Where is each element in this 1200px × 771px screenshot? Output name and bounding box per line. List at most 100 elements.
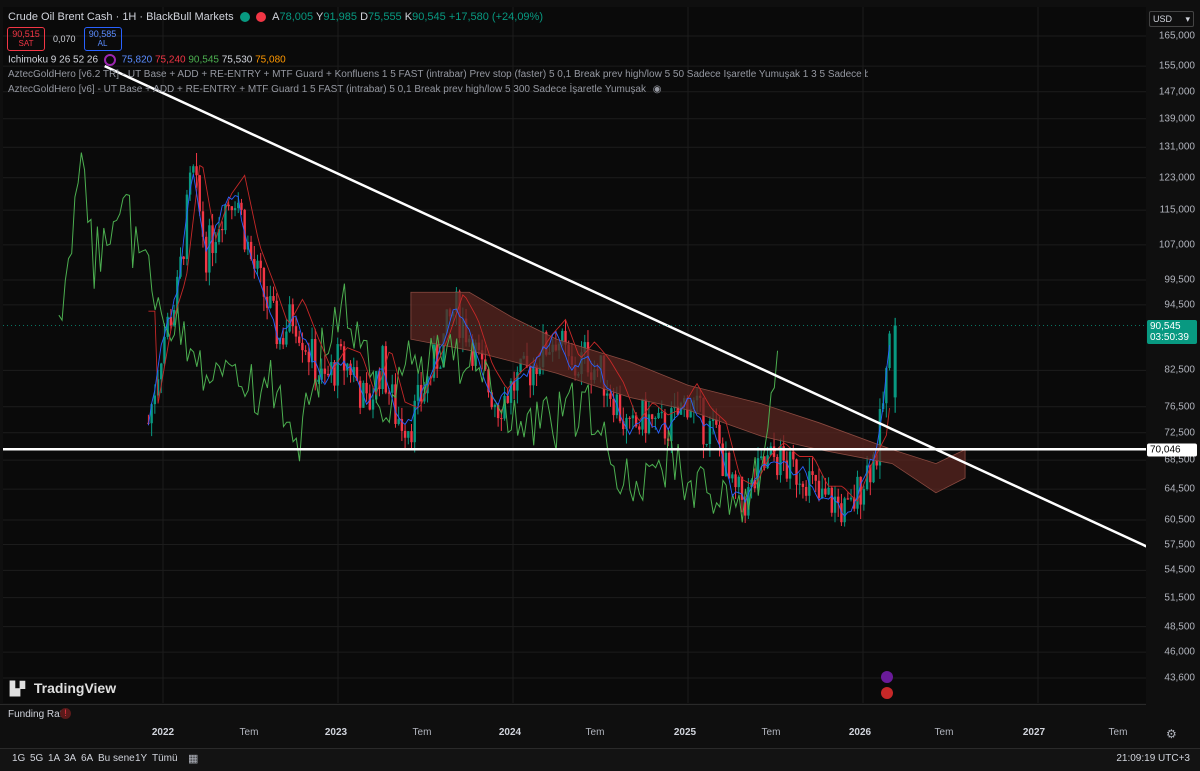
- range-button-tümü[interactable]: Tümü: [152, 753, 178, 764]
- range-button-bu-sene[interactable]: Bu sene: [98, 753, 135, 764]
- eye-icon[interactable]: ◉: [653, 84, 662, 95]
- aztec-legend-1-text: AztecGoldHero [v6.2 TR] - UT Base + ADD …: [8, 69, 868, 80]
- candle-body: [192, 166, 195, 173]
- time-tick: Tem: [585, 727, 605, 738]
- candle-body: [788, 451, 792, 479]
- time-tick: Tem: [934, 727, 954, 738]
- currency-select[interactable]: USD ▾: [1149, 11, 1194, 27]
- candle-body: [240, 202, 243, 210]
- candle-body: [208, 225, 211, 273]
- candle-body: [609, 393, 612, 399]
- candle-body: [644, 398, 647, 434]
- settings-icon[interactable]: [103, 54, 116, 66]
- flag-icon: [881, 687, 893, 699]
- price-tick: 76,500: [1164, 401, 1195, 413]
- countdown: 03:50:39: [1150, 332, 1189, 343]
- candle-body: [641, 398, 644, 430]
- candle-body: [824, 488, 827, 495]
- time-tick: 2024: [498, 727, 522, 738]
- candle-body: [256, 260, 259, 269]
- candle-body: [153, 395, 157, 405]
- range-button-1a[interactable]: 1A: [48, 753, 60, 764]
- price-tick: 82,500: [1164, 364, 1195, 376]
- price-tick: 54,500: [1164, 564, 1195, 576]
- descending-trendline: [104, 65, 1146, 548]
- range-button-1g[interactable]: 1G: [12, 753, 25, 764]
- time-tick: Tem: [1108, 727, 1128, 738]
- price-tick: 48,500: [1164, 621, 1195, 633]
- price-tick: 43,600: [1164, 672, 1195, 684]
- chart-area[interactable]: [3, 7, 1146, 703]
- calendar-icon[interactable]: ▦: [188, 752, 198, 765]
- market-open-icon: [239, 12, 250, 23]
- candle-body: [371, 399, 375, 410]
- time-tick: 2025: [673, 727, 697, 738]
- sell-button[interactable]: 90,515 SAT: [7, 27, 45, 51]
- candle-body: [737, 476, 740, 488]
- candle-body: [814, 474, 817, 481]
- candle-body: [500, 418, 503, 420]
- range-button-6a[interactable]: 6A: [81, 753, 93, 764]
- time-tick: 2026: [848, 727, 872, 738]
- funding-pane[interactable]: Funding Rate !: [0, 704, 1146, 725]
- candle-body: [227, 204, 230, 207]
- funding-label: Funding Rate: [8, 709, 69, 720]
- ohlc-change: +17,580 (+24,09%): [448, 11, 543, 23]
- clock[interactable]: 21:09:19 UTC+3: [1116, 753, 1190, 764]
- candle-body: [493, 404, 497, 408]
- buy-button[interactable]: 90,585 AL: [83, 27, 122, 51]
- buy-price: 90,585: [88, 29, 117, 39]
- candle-body: [410, 431, 413, 443]
- aztec-legend-2[interactable]: AztecGoldHero [v6] - UT Base + ADD + RE-…: [8, 84, 662, 95]
- price-tick: 123,000: [1158, 172, 1195, 184]
- ichimoku-legend[interactable]: Ichimoku 9 26 52 26 75,820 75,240 90,545…: [8, 54, 286, 66]
- price-chart[interactable]: [3, 7, 1146, 703]
- price-tick: 51,500: [1164, 592, 1195, 604]
- candle-body: [314, 339, 317, 382]
- candle-body: [801, 483, 805, 487]
- candle-body: [798, 483, 801, 485]
- candle-body: [230, 206, 234, 211]
- error-icon[interactable]: !: [60, 708, 71, 719]
- candle-body: [233, 208, 237, 211]
- candle-body: [705, 443, 708, 445]
- candle-body: [323, 368, 327, 374]
- aztec-legend-2-text: AztecGoldHero [v6] - UT Base + ADD + RE-…: [8, 84, 646, 95]
- candle-body: [182, 256, 185, 260]
- candle-body: [416, 384, 420, 401]
- candle-body: [301, 342, 304, 351]
- buy-label: AL: [97, 39, 108, 48]
- candle-body: [259, 260, 262, 268]
- candle-body: [638, 426, 641, 430]
- ohlc-close: K90,545: [404, 11, 446, 23]
- symbol-title[interactable]: Crude Oil Brent Cash · 1H · BlackBull Ma…: [8, 11, 234, 23]
- range-button-3a[interactable]: 3A: [64, 753, 76, 764]
- range-button-5g[interactable]: 5G: [30, 753, 43, 764]
- axis-settings-icon[interactable]: ⚙: [1166, 727, 1177, 741]
- time-tick: 2023: [324, 727, 348, 738]
- price-tick: 115,000: [1159, 204, 1195, 216]
- candle-body: [288, 304, 291, 332]
- candle-body: [606, 393, 609, 396]
- candle-body: [849, 497, 853, 500]
- price-tick: 57,500: [1164, 539, 1195, 550]
- candle-body: [281, 338, 285, 345]
- candle-body: [862, 489, 866, 505]
- last-price-tag: 90,545 03:50:39: [1147, 320, 1197, 344]
- price-axis[interactable]: USD ▾ 165,000 155,000 147,000 139,000 131,00…: [1146, 7, 1200, 703]
- aztec-legend-1[interactable]: AztecGoldHero [v6.2 TR] - UT Base + ADD …: [8, 69, 868, 80]
- candle-body: [506, 395, 509, 403]
- chevron-down-icon: ▾: [1185, 14, 1190, 24]
- price-tick: 147,000: [1158, 86, 1195, 98]
- candle-body: [384, 346, 388, 393]
- range-button-1y[interactable]: 1Y: [135, 753, 147, 764]
- price-tick: 46,000: [1164, 646, 1195, 658]
- candle-body: [731, 474, 734, 479]
- currency-label: USD: [1153, 14, 1173, 24]
- candle-body: [734, 474, 737, 488]
- watermark: ▙▘ TradingView: [10, 680, 116, 697]
- price-tick: 107,000: [1158, 239, 1195, 251]
- candle-body: [830, 487, 833, 513]
- candle-body: [795, 459, 798, 485]
- time-axis[interactable]: 2022 Tem 2023 Tem 2024 Tem 2025 Tem 2026 Tem 2027 T…: [0, 724, 1200, 744]
